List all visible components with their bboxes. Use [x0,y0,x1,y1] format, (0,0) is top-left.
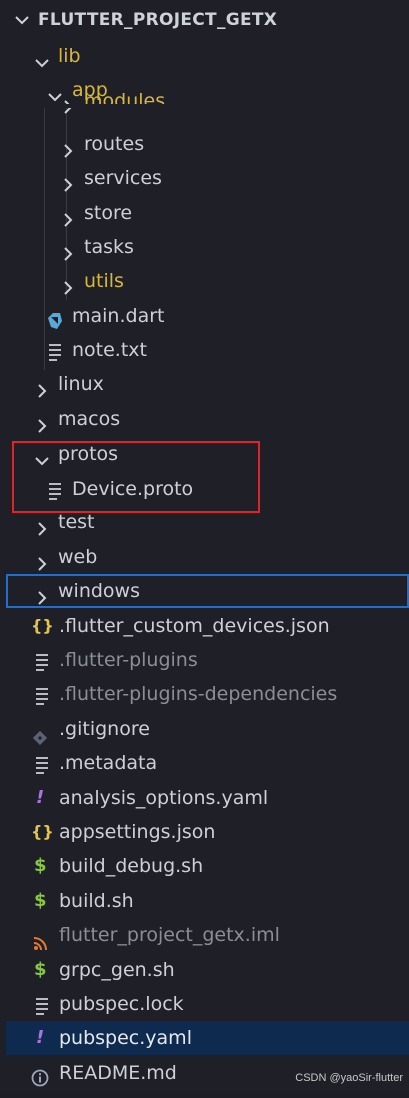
text-file-icon [36,654,48,671]
tree-item-label: appsettings.json [59,821,216,843]
tree-item-label: windows [58,580,140,602]
tree-file-flutter-plugins[interactable]: .flutter-plugins [0,643,409,677]
tree-item-label: README.md [59,1062,177,1084]
tree-item-label: .metadata [59,752,158,774]
tree-folder-tasks[interactable]: tasks [0,230,409,264]
watermark: CSDN @yaoSir-flutter [295,1072,403,1084]
tree-item-label: web [58,546,98,568]
tree-item-label: .flutter-plugins-dependencies [59,683,338,705]
tree-item-label: utils [84,270,124,292]
tree-folder-store[interactable]: store [0,196,409,230]
tree-item-label: routes [84,133,145,155]
shell-icon: $ [34,890,47,911]
text-file-icon [49,344,61,361]
tree-file-note-txt[interactable]: note.txt [0,333,409,367]
chevron-right-icon [60,239,76,261]
info-icon [31,1064,49,1087]
tree-folder-macos[interactable]: macos [0,402,409,436]
chevron-right-icon [60,136,76,158]
tree-item-label: note.txt [72,339,147,361]
chevron-right-icon [60,273,76,295]
tree-item-label: macos [58,408,121,430]
tree-folder-windows[interactable]: windows [6,574,409,608]
tree-item-label: .gitignore [59,718,150,740]
tree-file-flutter-project-getx-iml[interactable]: flutter_project_getx.iml [0,918,409,952]
text-file-icon [36,688,48,705]
tree-folder-test[interactable]: test [0,505,409,539]
tree-file-build-debug-sh[interactable]: $ build_debug.sh [0,849,409,883]
tree-item-label: .flutter_custom_devices.json [59,615,330,637]
tree-item-label: build_debug.sh [59,855,204,877]
tree-file-metadata[interactable]: .metadata [0,746,409,780]
tree-item-label: store [84,202,133,224]
chevron-right-icon [60,170,76,192]
tree-file-flutter-custom-devices-json[interactable]: {} .flutter_custom_devices.json [0,609,409,643]
chevron-right-icon [60,205,76,227]
sticky-scroll-divider [0,104,409,108]
tree-folder-linux[interactable]: linux [0,367,409,401]
chevron-right-icon [34,411,50,433]
tree-item-label: services [84,167,162,189]
tree-item-label: tasks [84,236,134,258]
tree-item-label: build.sh [59,890,134,912]
tree-folder-lib[interactable]: lib [0,39,409,73]
tree-file-gitignore[interactable]: .gitignore [0,712,409,746]
tree-item-label: pubspec.lock [59,993,184,1015]
tree-folder-web[interactable]: web [0,540,409,574]
tree-item-label: flutter_project_getx.iml [59,924,280,946]
tree-item-label: .flutter-plugins [59,649,198,671]
tree-file-pubspec-lock[interactable]: pubspec.lock [0,987,409,1021]
text-file-icon [36,757,48,774]
text-file-icon [36,998,48,1015]
chevron-down-icon [14,12,30,33]
tree-item-label: linux [58,373,104,395]
tree-file-flutter-plugins-dependencies[interactable]: .flutter-plugins-dependencies [0,677,409,711]
tree-folder-services[interactable]: services [0,161,409,195]
git-icon [32,722,48,746]
shell-icon: $ [34,855,47,876]
tree-item-label: lib [58,45,81,67]
tree-file-build-sh[interactable]: $ build.sh [0,884,409,918]
json-icon: {} [31,822,54,841]
explorer-project-header[interactable]: FLUTTER_PROJECT_GETX [0,0,409,44]
yaml-icon: ! [36,1027,45,1048]
chevron-right-icon [34,549,50,571]
tree-folder-utils[interactable]: utils [0,264,409,298]
dart-icon [45,307,63,329]
tree-item-label: grpc_gen.sh [59,959,175,981]
shell-icon: $ [34,959,47,980]
tree-item-label: pubspec.yaml [59,1027,192,1049]
chevron-right-icon [34,514,50,536]
json-icon: {} [31,616,54,635]
tree-folder-routes[interactable]: routes [0,127,409,161]
rss-icon [33,928,47,951]
highlight-box [12,441,260,513]
tree-item-label: main.dart [72,305,165,327]
file-explorer: FLUTTER_PROJECT_GETX lib app modules rou… [0,0,409,1094]
tree-file-appsettings-json[interactable]: {} appsettings.json [0,815,409,849]
chevron-right-icon [34,583,50,605]
chevron-right-icon [34,376,50,398]
yaml-icon: ! [36,787,45,808]
tree-item-label: analysis_options.yaml [59,787,269,809]
tree-file-pubspec-yaml[interactable]: ! pubspec.yaml [6,1021,409,1055]
tree-file-grpc-gen-sh[interactable]: $ grpc_gen.sh [0,953,409,987]
tree-file-main-dart[interactable]: main.dart [0,299,409,333]
project-title: FLUTTER_PROJECT_GETX [38,10,278,30]
chevron-down-icon [34,48,50,68]
tree-item-label: test [58,511,95,533]
tree-file-analysis-options-yaml[interactable]: ! analysis_options.yaml [0,781,409,815]
